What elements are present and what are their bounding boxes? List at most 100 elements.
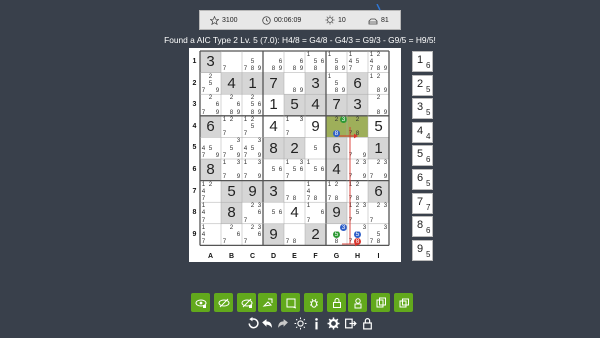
- lock-button[interactable]: [360, 316, 374, 330]
- sudoku-cell[interactable]: 8: [263, 137, 284, 159]
- sudoku-cell[interactable]: 7: [221, 51, 242, 73]
- sudoku-cell[interactable]: 1 6 7: [305, 202, 326, 224]
- sudoku-cell[interactable]: 5789: [242, 51, 263, 73]
- sudoku-cell[interactable]: 23 7 9: [368, 159, 389, 181]
- sudoku-cell[interactable]: 3: [200, 51, 221, 73]
- sudoku-cell[interactable]: 5: [221, 180, 242, 203]
- sudoku-cell[interactable]: 9: [263, 223, 284, 246]
- sudoku-cell[interactable]: 3: [263, 180, 284, 203]
- sudoku-cell[interactable]: 1457: [347, 51, 368, 73]
- sudoku-cell[interactable]: 4: [284, 202, 305, 224]
- sudoku-cell[interactable]: 358: [326, 223, 347, 246]
- sudoku-cell[interactable]: 26 7 9: [200, 94, 221, 116]
- sudoku-cell[interactable]: 56: [263, 159, 284, 181]
- digit-button-3[interactable]: 35: [412, 98, 433, 120]
- digit-button-9[interactable]: 95: [412, 239, 433, 261]
- undo-button[interactable]: [259, 316, 273, 330]
- highlight-button[interactable]: [348, 293, 367, 312]
- sudoku-cell[interactable]: 3: [305, 72, 326, 95]
- sudoku-cell[interactable]: 1 356 7: [284, 159, 305, 181]
- settings-button[interactable]: [326, 316, 340, 330]
- show-candidates-button[interactable]: [191, 293, 210, 312]
- sudoku-cell[interactable]: 3578: [368, 224, 389, 246]
- sudoku-cell[interactable]: 156: [305, 159, 326, 181]
- sudoku-cell[interactable]: 1589: [326, 51, 347, 73]
- sudoku-cell[interactable]: 89: [284, 73, 305, 95]
- sudoku-cell[interactable]: 278: [347, 115, 368, 138]
- sudoku-cell[interactable]: 79: [347, 137, 368, 159]
- sudoku-cell[interactable]: 124789: [368, 51, 389, 73]
- sudoku-cell[interactable]: 2: [305, 223, 326, 246]
- fill-candidates-button[interactable]: [258, 293, 277, 312]
- sudoku-cell[interactable]: 78: [284, 224, 305, 246]
- sudoku-cell[interactable]: 8: [221, 202, 242, 224]
- digit-button-4[interactable]: 44: [412, 121, 433, 143]
- sudoku-cell[interactable]: 147: [200, 202, 221, 224]
- sudoku-cell[interactable]: 238: [326, 115, 347, 138]
- sudoku-cell[interactable]: 2 89: [368, 94, 389, 116]
- sudoku-cell[interactable]: 5: [305, 137, 326, 159]
- sudoku-cell[interactable]: 357 9: [221, 137, 242, 159]
- sudoku-cell[interactable]: 1 3 7: [284, 116, 305, 138]
- sudoku-cell[interactable]: 9: [242, 180, 263, 203]
- sudoku-cell[interactable]: 4: [326, 159, 347, 181]
- bug-button[interactable]: [304, 293, 323, 312]
- sudoku-cell[interactable]: 4: [305, 94, 326, 116]
- sudoku-cell[interactable]: 5: [368, 116, 389, 138]
- hint-button[interactable]: [293, 316, 307, 330]
- reset-button[interactable]: [245, 316, 259, 330]
- sudoku-cell[interactable]: 1: [368, 137, 389, 159]
- digit-button-1[interactable]: 16: [412, 51, 433, 72]
- sudoku-board[interactable]: 123456789ABCDEFGHI3757896896891568158914…: [189, 48, 401, 262]
- digit-button-2[interactable]: 25: [412, 74, 433, 96]
- sudoku-cell[interactable]: 23 7: [368, 202, 389, 224]
- sudoku-cell[interactable]: 25689: [242, 94, 263, 116]
- sudoku-cell[interactable]: 1589: [326, 73, 347, 95]
- sudoku-cell[interactable]: 1278: [347, 181, 368, 203]
- sudoku-cell[interactable]: 236 7: [242, 202, 263, 224]
- sudoku-cell[interactable]: 1568: [305, 51, 326, 73]
- sudoku-cell[interactable]: 1: [242, 72, 263, 95]
- sudoku-cell[interactable]: 12 89: [368, 73, 389, 95]
- hide-candidates-button[interactable]: [214, 293, 233, 312]
- toggle-candidates-button[interactable]: [237, 293, 256, 312]
- clear-cell-button[interactable]: [281, 293, 300, 312]
- digit-button-5[interactable]: 56: [412, 145, 433, 167]
- sudoku-cell[interactable]: 2689: [221, 94, 242, 116]
- sudoku-cell[interactable]: 1478: [305, 181, 326, 203]
- sudoku-cell[interactable]: 1 3 7 9: [221, 159, 242, 181]
- sudoku-cell[interactable]: 689: [284, 51, 305, 73]
- sudoku-cell[interactable]: 8: [200, 159, 221, 181]
- sudoku-cell[interactable]: 257 9: [200, 73, 221, 95]
- sudoku-cell[interactable]: 1247: [200, 181, 221, 203]
- sudoku-cell[interactable]: 689: [263, 51, 284, 73]
- sudoku-cell[interactable]: 2: [284, 137, 305, 159]
- sudoku-cell[interactable]: 6: [368, 180, 389, 203]
- sudoku-cell[interactable]: 6: [347, 72, 368, 95]
- sudoku-cell[interactable]: 457 9: [200, 137, 221, 159]
- redo-button[interactable]: [275, 316, 289, 330]
- sudoku-cell[interactable]: 5: [284, 94, 305, 116]
- layers-button[interactable]: [394, 293, 413, 312]
- exit-button[interactable]: [343, 316, 357, 330]
- sudoku-cell[interactable]: 7: [326, 94, 347, 116]
- sudoku-cell[interactable]: 6: [326, 137, 347, 159]
- lock-button[interactable]: [327, 293, 346, 312]
- sudoku-cell[interactable]: 127: [221, 116, 242, 138]
- sudoku-cell[interactable]: 4: [263, 116, 284, 138]
- sudoku-cell[interactable]: 6: [200, 115, 221, 138]
- copy-button[interactable]: [371, 293, 390, 312]
- sudoku-cell[interactable]: 56: [263, 202, 284, 224]
- sudoku-cell[interactable]: 78: [284, 181, 305, 203]
- sudoku-cell[interactable]: 1: [263, 94, 284, 116]
- sudoku-cell[interactable]: 9: [305, 116, 326, 138]
- sudoku-cell[interactable]: 4: [221, 72, 242, 95]
- sudoku-cell[interactable]: 3: [347, 94, 368, 116]
- sudoku-cell[interactable]: 3 457 9: [242, 137, 263, 159]
- sudoku-cell[interactable]: 7: [263, 72, 284, 95]
- sudoku-cell[interactable]: 147: [200, 224, 221, 246]
- sudoku-cell[interactable]: 236 7: [242, 224, 263, 246]
- sudoku-cell[interactable]: 3578: [347, 224, 368, 246]
- digit-button-8[interactable]: 86: [412, 216, 433, 238]
- sudoku-cell[interactable]: 9: [326, 202, 347, 224]
